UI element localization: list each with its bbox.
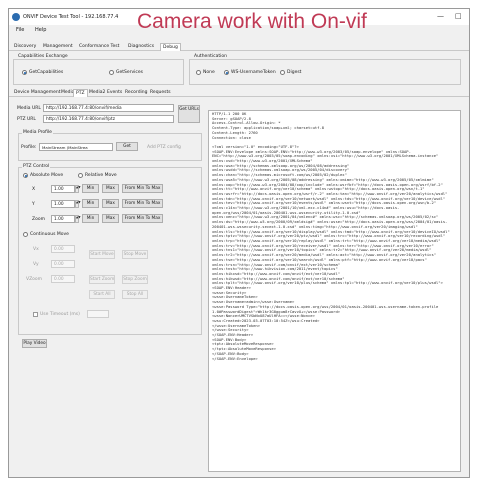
title-bar: ONVIF Device Test Tool - 192.168.77.4 Ca… bbox=[9, 9, 469, 33]
tab-recording[interactable]: Recording bbox=[123, 89, 150, 97]
vx-label: Vx bbox=[33, 247, 39, 252]
auth-ws-usernametoken-radio[interactable] bbox=[224, 70, 229, 75]
add-ptz-config-button[interactable]: Add PTZ config bbox=[147, 145, 181, 150]
zoom-value-field[interactable]: 1.00 bbox=[51, 215, 75, 223]
profile-select[interactable]: MainStream (MainStrea bbox=[39, 143, 113, 151]
app-window: ONVIF Device Test Tool - 192.168.77.4 Ca… bbox=[8, 8, 470, 478]
vzoom-field[interactable]: 0.00 bbox=[51, 275, 75, 283]
tab-conformance-test[interactable]: Conformance Test bbox=[77, 43, 121, 51]
ptz-url-field[interactable]: http://192.168.77.4:80/onvif/ptz bbox=[43, 115, 174, 123]
x-range-button[interactable]: From Min To Max bbox=[122, 184, 163, 193]
x-max-button[interactable]: Max bbox=[102, 184, 119, 193]
use-timeout-label: Use Timeout (ms) bbox=[40, 312, 80, 317]
y-value-field[interactable]: 1.00 bbox=[51, 200, 75, 208]
capabilities-title: Capabilities Exchange bbox=[17, 54, 69, 59]
app-icon bbox=[12, 13, 20, 21]
auth-digest-radio[interactable] bbox=[280, 70, 285, 75]
zoom-max-button[interactable]: Max bbox=[102, 214, 119, 223]
y-range-button[interactable]: From Min To Max bbox=[122, 199, 163, 208]
continuous-move-radio[interactable] bbox=[23, 232, 28, 237]
response-line: </SOAP-ENV:Envelope> bbox=[212, 356, 258, 361]
y-spinner[interactable]: ▲▼ bbox=[75, 200, 81, 208]
zoom-axis-label: Zoom bbox=[32, 217, 45, 222]
media-url-label: Media URL bbox=[17, 106, 41, 111]
auth-none-label: None bbox=[203, 70, 215, 75]
use-timeout-checkbox[interactable] bbox=[33, 312, 38, 317]
profile-label: Profile: bbox=[21, 145, 37, 150]
stop-zoom-button[interactable]: Stop Zoom bbox=[122, 275, 148, 284]
maximize-icon[interactable]: □ bbox=[455, 12, 462, 20]
get-capabilities-radio[interactable] bbox=[22, 70, 27, 75]
play-video-button[interactable]: Play Video bbox=[22, 339, 47, 348]
y-min-button[interactable]: Min bbox=[82, 199, 99, 208]
x-min-button[interactable]: Min bbox=[82, 184, 99, 193]
zoom-spinner[interactable]: ▲▼ bbox=[75, 215, 81, 223]
relative-move-radio[interactable] bbox=[78, 173, 83, 178]
absolute-move-label: Absolute Move bbox=[30, 173, 64, 178]
stop-move-button[interactable]: Stop Move bbox=[122, 250, 148, 259]
minimize-icon[interactable]: — bbox=[437, 12, 444, 20]
tab-requests[interactable]: Requests bbox=[148, 89, 173, 97]
tab-diagnostics[interactable]: Diagnostics bbox=[126, 43, 156, 51]
auth-none-radio[interactable] bbox=[196, 70, 201, 75]
x-value-field[interactable]: 1.00 bbox=[51, 185, 75, 193]
main-tabs: Discovery Management Conformance Test Di… bbox=[9, 43, 469, 51]
tab-management[interactable]: Management bbox=[41, 43, 75, 51]
vy-field[interactable]: 0.00 bbox=[51, 260, 75, 268]
start-all-button[interactable]: Start All bbox=[89, 290, 115, 299]
response-text-area[interactable]: HTTP/1.1 200 OK Server: gSOAP/2.8 Access-C… bbox=[208, 110, 461, 472]
vx-field[interactable]: 0.00 bbox=[51, 245, 75, 253]
ptz-control-title: PTZ Control bbox=[22, 164, 51, 169]
continuous-move-label: Continuous Move bbox=[30, 232, 69, 237]
x-axis-label: X bbox=[32, 187, 36, 192]
y-axis-label: Y bbox=[32, 202, 35, 207]
authentication-title: Authentication bbox=[193, 54, 229, 59]
timeout-field[interactable] bbox=[87, 310, 109, 318]
start-move-button[interactable]: Start Move bbox=[89, 250, 115, 259]
get-services-label: GetServices bbox=[116, 70, 143, 75]
tab-events[interactable]: Events bbox=[105, 89, 124, 97]
auth-digest-label: Digest bbox=[287, 70, 302, 75]
vy-label: Vy bbox=[33, 262, 39, 267]
absolute-move-radio[interactable] bbox=[23, 173, 28, 178]
tab-debug[interactable]: Debug bbox=[160, 43, 181, 51]
tab-device-management[interactable]: Device Management bbox=[12, 89, 62, 97]
menu-bar: File Help bbox=[9, 26, 469, 35]
auth-ws-usernametoken-label: WS-UsernameToken bbox=[231, 70, 276, 75]
tab-ptz[interactable]: PTZ bbox=[73, 89, 88, 97]
get-profile-button[interactable]: Get bbox=[116, 142, 138, 151]
window-title: ONVIF Device Test Tool - 192.168.77.4 bbox=[23, 14, 119, 20]
tab-discovery[interactable]: Discovery bbox=[12, 43, 38, 51]
start-zoom-button[interactable]: Start Zoom bbox=[89, 275, 115, 284]
media-url-field[interactable]: http://192.168.77.4:80/onvif/media bbox=[43, 104, 174, 112]
get-capabilities-label: GetCapabilities bbox=[29, 70, 64, 75]
x-spinner[interactable]: ▲▼ bbox=[75, 185, 81, 193]
zoom-range-button[interactable]: From Min To Max bbox=[122, 214, 163, 223]
relative-move-label: Relative Move bbox=[85, 173, 117, 178]
sub-tabs: Device Management Media PTZ Media2 Event… bbox=[9, 89, 469, 97]
y-max-button[interactable]: Max bbox=[102, 199, 119, 208]
menu-file[interactable]: File bbox=[16, 27, 24, 33]
ptz-url-label: PTZ URL bbox=[17, 117, 36, 122]
media-profile-title: Media Profile bbox=[22, 130, 53, 135]
zoom-min-button[interactable]: Min bbox=[82, 214, 99, 223]
get-services-radio[interactable] bbox=[109, 70, 114, 75]
menu-help[interactable]: Help bbox=[35, 27, 46, 33]
vzoom-label: VZoom bbox=[26, 277, 43, 282]
get-urls-button[interactable]: Get URLs bbox=[178, 105, 200, 123]
authentication-group bbox=[189, 59, 461, 85]
stop-all-button[interactable]: Stop All bbox=[122, 290, 148, 299]
